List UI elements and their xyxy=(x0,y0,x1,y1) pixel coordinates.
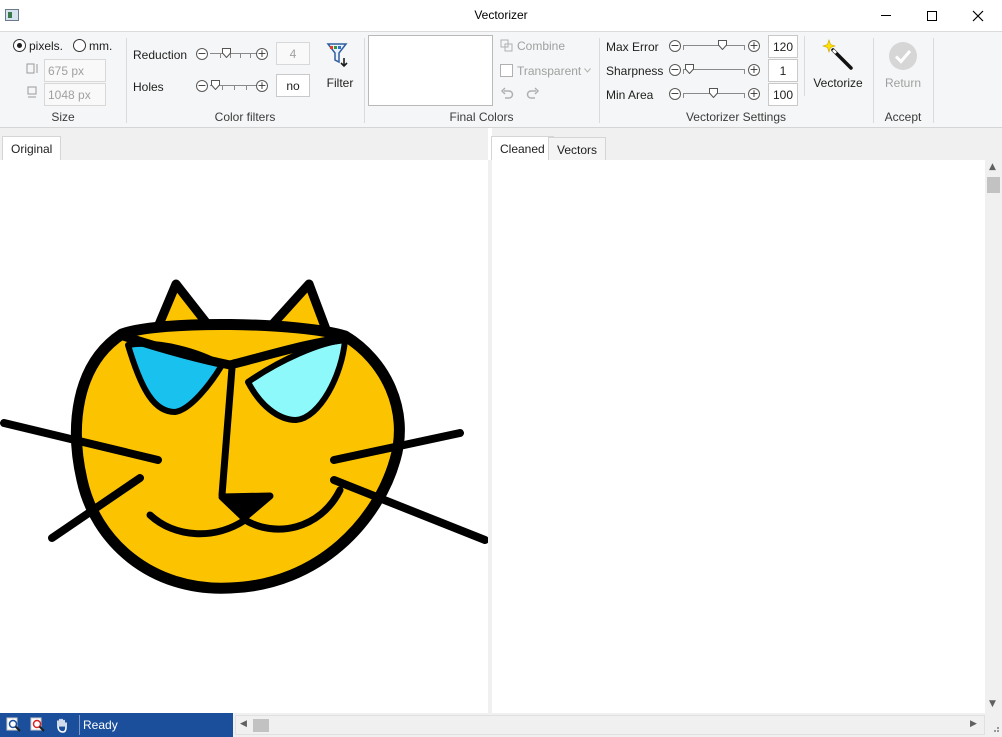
reduction-slider[interactable] xyxy=(210,48,260,60)
max-error-label: Max Error xyxy=(606,40,659,54)
holes-slider[interactable] xyxy=(210,80,260,92)
title-bar: Vectorizer xyxy=(0,0,1002,31)
holes-label: Holes xyxy=(133,80,164,94)
window-title: Vectorizer xyxy=(474,8,528,22)
zoom-icon[interactable] xyxy=(6,717,22,733)
minimize-icon xyxy=(881,15,891,16)
undo-icon[interactable] xyxy=(500,87,514,101)
separator xyxy=(804,36,805,96)
zoom-fit-icon[interactable] xyxy=(30,717,46,733)
holes-decrease-button[interactable]: − xyxy=(196,80,208,92)
return-button[interactable]: Return xyxy=(878,36,928,94)
scroll-left-icon[interactable]: ◀ xyxy=(240,719,247,729)
pixels-radio[interactable] xyxy=(13,39,26,52)
checkmark-circle-icon xyxy=(889,42,917,70)
final-colors-group-label: Final Colors xyxy=(449,110,514,124)
funnel-filter-icon xyxy=(326,43,348,68)
max-error-increase-button[interactable]: + xyxy=(748,40,760,52)
vectorize-label: Vectorize xyxy=(813,76,863,90)
holes-increase-button[interactable]: + xyxy=(256,80,268,92)
scroll-down-icon[interactable]: ▼ xyxy=(989,699,996,709)
resize-grip-icon[interactable] xyxy=(990,723,1000,733)
filter-button[interactable]: Filter xyxy=(322,38,358,96)
mm-radio-label: mm. xyxy=(89,39,113,53)
status-text: Ready xyxy=(79,715,118,735)
maximize-icon xyxy=(927,10,937,21)
max-error-decrease-button[interactable]: − xyxy=(669,40,681,52)
sharpness-value-field[interactable]: 1 xyxy=(768,59,798,82)
sharpness-slider-thumb[interactable] xyxy=(685,64,694,74)
tab-vectors[interactable]: Vectors xyxy=(548,137,607,160)
pixels-radio-label: pixels. xyxy=(29,39,64,53)
sharpness-label: Sharpness xyxy=(606,64,664,78)
max-error-slider[interactable] xyxy=(683,40,745,52)
vertical-scrollbar[interactable]: ▲ ▼ xyxy=(985,160,1002,713)
vectorizer-settings-group-label: Vectorizer Settings xyxy=(685,110,787,124)
reduction-label: Reduction xyxy=(133,48,188,62)
minimize-button[interactable] xyxy=(863,0,909,31)
final-colors-palette[interactable] xyxy=(368,35,493,106)
horizontal-scroll-thumb[interactable] xyxy=(253,719,269,732)
scroll-up-icon[interactable]: ▲ xyxy=(989,162,996,172)
close-icon xyxy=(972,10,984,21)
sharpness-increase-button[interactable]: + xyxy=(748,64,760,76)
min-area-slider-thumb[interactable] xyxy=(709,88,718,98)
magic-wand-icon xyxy=(822,39,853,70)
min-area-increase-button[interactable]: + xyxy=(748,88,760,100)
original-image-canvas[interactable] xyxy=(0,160,489,713)
color-filters-group-label: Color filters xyxy=(214,110,276,124)
color-filters-group: Reduction − + 4 Holes − + no Filter Colo… xyxy=(126,32,364,127)
max-error-value-field[interactable]: 120 xyxy=(768,35,798,58)
status-tools: Ready xyxy=(0,713,233,737)
accept-group-label: Accept xyxy=(884,110,922,124)
sharpness-slider[interactable] xyxy=(683,64,745,76)
reduction-decrease-button[interactable]: − xyxy=(196,48,208,60)
min-area-decrease-button[interactable]: − xyxy=(669,88,681,100)
vectorize-button[interactable]: Vectorize xyxy=(809,36,867,94)
pan-hand-icon[interactable] xyxy=(54,717,70,733)
sharpness-decrease-button[interactable]: − xyxy=(669,64,681,76)
accept-group: Return Accept xyxy=(873,32,933,127)
mm-radio[interactable] xyxy=(73,39,86,52)
horizontal-scrollbar[interactable]: ◀ ▶ xyxy=(235,715,985,735)
transparent-checkbox[interactable] xyxy=(500,64,513,77)
combine-icon xyxy=(500,39,513,52)
size-group: pixels. mm. 675 px 1048 px Size xyxy=(0,32,126,127)
reduction-increase-button[interactable]: + xyxy=(256,48,268,60)
min-area-value-field[interactable]: 100 xyxy=(768,83,798,106)
combine-button[interactable]: Combine xyxy=(517,39,565,53)
left-tab-strip xyxy=(0,128,488,160)
size-group-label: Size xyxy=(51,110,75,124)
close-button[interactable] xyxy=(955,0,1001,31)
min-area-label: Min Area xyxy=(606,88,654,102)
scroll-right-icon[interactable]: ▶ xyxy=(970,719,977,729)
filter-label: Filter xyxy=(326,76,354,90)
status-bar: Ready ◀ ▶ xyxy=(0,713,1002,737)
ribbon-toolbar: pixels. mm. 675 px 1048 px Size Reductio… xyxy=(0,31,1002,128)
reduction-slider-thumb[interactable] xyxy=(222,48,231,58)
vertical-scroll-thumb[interactable] xyxy=(987,177,1000,193)
vectorizer-settings-group: Max Error − + 120 Sharpness − + 1 Min Ar… xyxy=(599,32,873,127)
holes-slider-thumb[interactable] xyxy=(211,80,220,90)
cleaned-image-canvas[interactable] xyxy=(492,160,985,713)
return-label: Return xyxy=(884,76,922,90)
reduction-value-field[interactable]: 4 xyxy=(276,42,310,65)
max-error-slider-thumb[interactable] xyxy=(718,40,727,50)
height-icon xyxy=(27,86,37,98)
final-colors-group: Combine Transparent Final Colors xyxy=(364,32,599,127)
min-area-slider[interactable] xyxy=(683,88,745,100)
cat-image xyxy=(0,279,489,594)
redo-icon[interactable] xyxy=(526,87,540,101)
holes-value-field[interactable]: no xyxy=(276,74,310,97)
width-field[interactable]: 675 px xyxy=(44,59,106,82)
width-icon xyxy=(26,63,38,74)
height-field[interactable]: 1048 px xyxy=(44,83,106,106)
maximize-button[interactable] xyxy=(909,0,955,31)
tab-cleaned[interactable]: Cleaned xyxy=(491,136,554,160)
tab-original[interactable]: Original xyxy=(2,136,62,160)
transparent-label: Transparent xyxy=(517,64,582,78)
chevron-down-icon[interactable] xyxy=(584,68,591,73)
separator xyxy=(933,38,934,123)
